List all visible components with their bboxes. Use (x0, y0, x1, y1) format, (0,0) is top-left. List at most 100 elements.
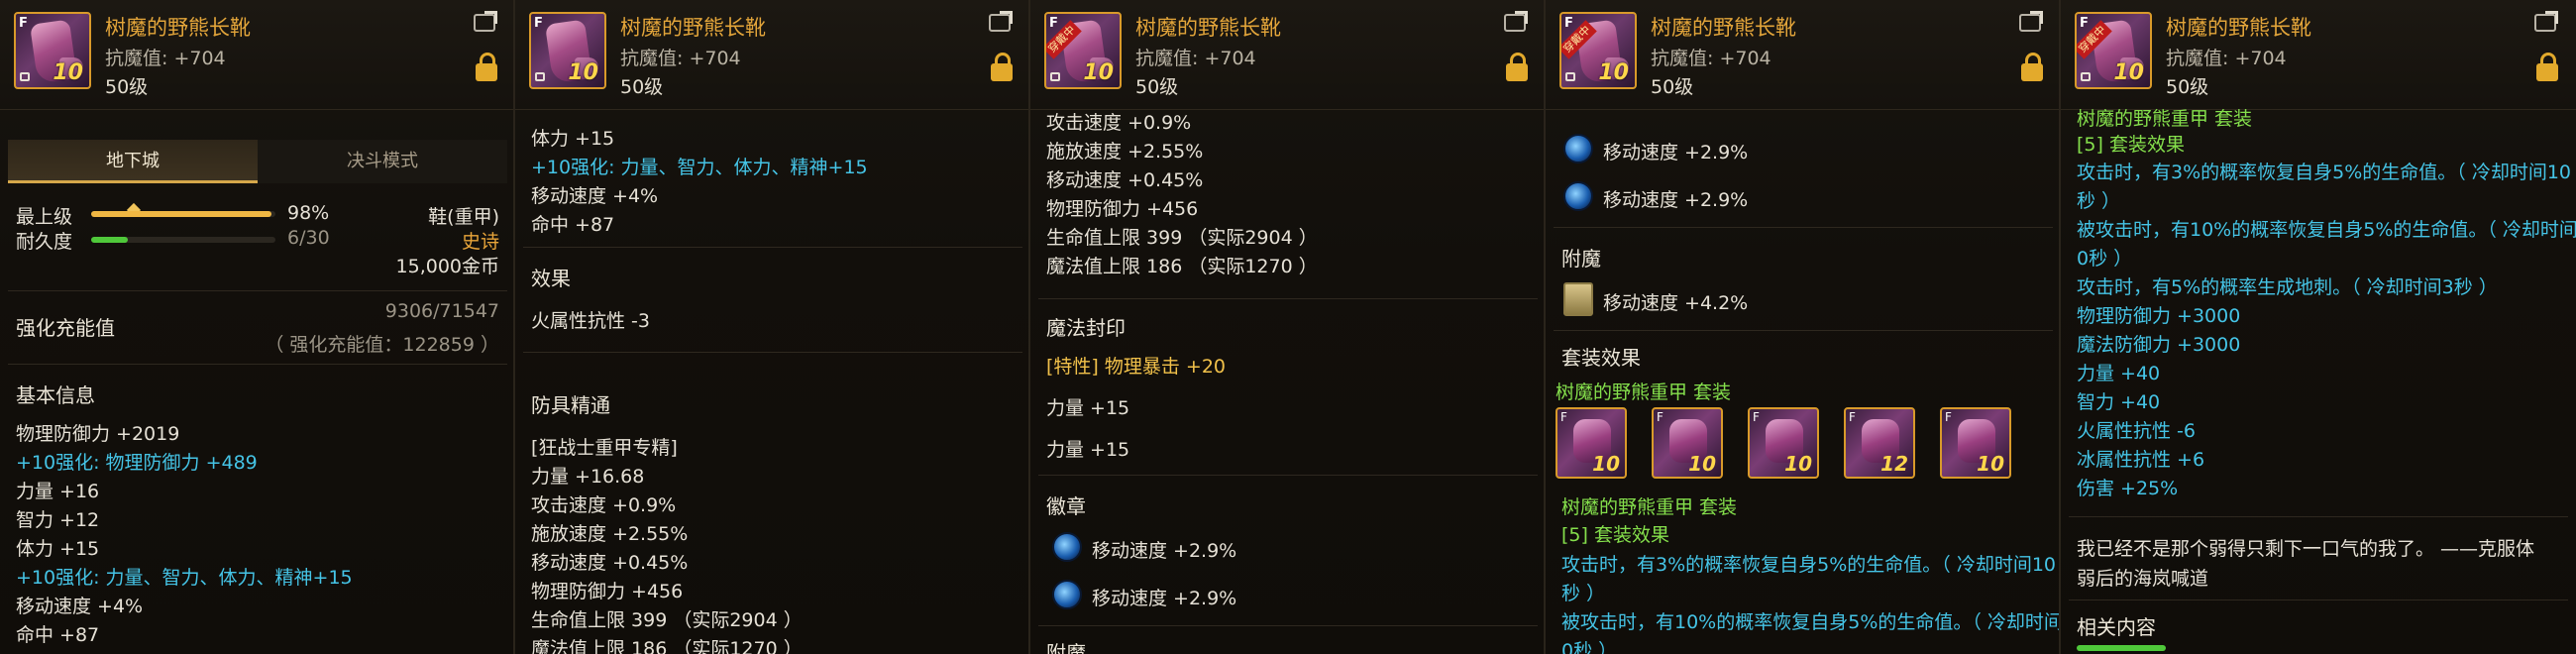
stat-line: 施放速度 +2.55% (531, 523, 689, 545)
item-icon[interactable]: 穿戴中 F 10 (1559, 12, 1637, 89)
item-header: F 10 树魔的野熊长靴 抗魔值: +704 50级 (515, 0, 1028, 110)
emblem-line: 移动速度 +2.9% (1092, 540, 1237, 562)
tab-duel[interactable]: 决斗模式 (258, 140, 507, 183)
share-icon[interactable] (1504, 14, 1526, 32)
set-name: 树魔的野熊重甲 套装 (1561, 496, 1738, 518)
item-header: 穿戴中 F 10 树魔的野熊长靴 抗魔值: +704 50级 (1030, 0, 1544, 110)
item-reinforce-level: 10 (2113, 60, 2144, 85)
item-icon[interactable]: F 10 (14, 12, 91, 89)
set-piece-icon[interactable]: F 12 (1844, 407, 1915, 479)
item-grade: F (1560, 410, 1567, 424)
charge-label: 强化充能值 (16, 316, 115, 340)
durability-value: 6/30 (287, 227, 330, 249)
item-level: 50级 (105, 76, 149, 98)
item-icon[interactable]: 穿戴中 F 10 (1044, 12, 1122, 89)
effect-title: 效果 (531, 267, 571, 290)
padlock-icon[interactable] (1506, 53, 1528, 81)
set-piece-icon[interactable]: F 10 (1940, 407, 2011, 479)
set-count: [5] 套装效果 (2077, 134, 2185, 156)
padlock-icon[interactable] (991, 53, 1013, 81)
item-reinforce-level: 12 (1880, 452, 1908, 476)
stat-line: 被攻击时，有10%的概率恢复自身5%的生命值。（ 冷却时间1 (2077, 219, 2576, 241)
stat-line: 智力 +40 (2077, 391, 2161, 413)
stat-line: 魔法值上限 186 （实际1270 ） (1046, 256, 1318, 277)
tooltip-body: 体力 +15 +10强化: 力量、智力、体力、精神+15 移动速度 +4% 命中 +8… (515, 110, 1028, 654)
stat-line: [狂战士重甲专精] (531, 437, 678, 459)
set-name: 树魔的野熊重甲 套装 (1556, 382, 1732, 403)
emblem-line: 移动速度 +2.9% (1603, 189, 1749, 211)
padlock-icon[interactable] (2536, 53, 2558, 81)
max-level-bar (91, 211, 275, 217)
stat-line: 力量 +40 (2077, 363, 2161, 384)
share-icon[interactable] (2534, 14, 2556, 32)
item-tooltip-panel-4: 穿戴中 F 10 树魔的野熊长靴 抗魔值: +704 50级 移动速度 +2.9… (1546, 0, 2061, 654)
item-name: 树魔的野熊长靴 (1651, 16, 1796, 40)
item-reinforce-level: 10 (568, 60, 598, 85)
stat-line: 体力 +15 (531, 128, 615, 150)
item-grade: F (1657, 410, 1664, 424)
item-grade: F (534, 16, 543, 31)
stat-line: 移动速度 +4% (531, 185, 659, 207)
mode-tabs: 地下城 决斗模式 (8, 140, 507, 218)
stat-line: 移动速度 +0.45% (531, 552, 689, 574)
max-level-value: 98% (287, 202, 330, 224)
stat-line: 生命值上限 399 （实际2904 ） (1046, 227, 1318, 249)
stat-line: 施放速度 +2.55% (1046, 141, 1204, 163)
durability-label: 耐久度 (16, 231, 73, 253)
set-name: 树魔的野熊重甲 套装 (2077, 108, 2253, 130)
tab-dungeon[interactable]: 地下城 (8, 140, 258, 183)
item-name: 树魔的野熊长靴 (1135, 16, 1281, 40)
item-reinforce-level: 10 (1688, 452, 1716, 476)
set-piece-icon[interactable]: F 10 (1748, 407, 1819, 479)
stat-line: 力量 +15 (1046, 397, 1130, 419)
tooltip-body: 地下城 决斗模式 最上级 98% 耐久度 6/30 鞋(重甲) 史诗 15,00… (0, 110, 513, 654)
share-icon[interactable] (474, 14, 495, 32)
lock-icon (1050, 72, 1060, 81)
item-reinforce-level: 10 (1784, 452, 1812, 476)
stat-line: 物理防御力 +3000 (2077, 305, 2241, 327)
set-piece-icon[interactable]: F 10 (1652, 407, 1723, 479)
emblem-orb-icon[interactable] (1563, 134, 1593, 164)
stat-line: 冰属性抗性 +6 (2077, 449, 2205, 471)
item-grade: F (1564, 16, 1573, 31)
emblem-orb-icon[interactable] (1563, 181, 1593, 211)
enchant-line: 移动速度 +4.2% (1603, 292, 1749, 314)
item-header: 穿戴中 F 10 树魔的野熊长靴 抗魔值: +704 50级 (2061, 0, 2576, 110)
stat-line: 秒 ） (1561, 583, 1606, 604)
item-icon[interactable]: F 10 (529, 12, 606, 89)
item-price: 15,000金币 (395, 256, 499, 277)
stat-line: 伤害 +25% (2077, 478, 2179, 499)
enchant-title: 附魔 (1561, 247, 1601, 271)
emblem-orb-icon[interactable] (1052, 580, 1082, 609)
stat-line: 火属性抗性 -6 (2077, 420, 2196, 442)
item-reinforce-level: 10 (1083, 60, 1114, 85)
share-icon[interactable] (989, 14, 1011, 32)
stat-line: 移动速度 +4% (16, 596, 144, 617)
flavor-text: 弱后的海岚喊道 (2077, 568, 2209, 590)
emblem-orb-icon[interactable] (1052, 532, 1082, 562)
set-piece-icon[interactable]: F 10 (1556, 407, 1627, 479)
stat-line: 命中 +87 (531, 214, 615, 236)
set-effect-title: 套装效果 (1561, 346, 1641, 370)
padlock-icon[interactable] (476, 53, 497, 81)
item-reinforce-level: 10 (1592, 452, 1620, 476)
item-icon[interactable]: 穿戴中 F 10 (2075, 12, 2152, 89)
durability-bar (91, 237, 275, 243)
item-resist: 抗魔值: +704 (1135, 48, 1256, 69)
item-resist: 抗魔值: +704 (620, 48, 741, 69)
padlock-icon[interactable] (2021, 53, 2043, 81)
charge-note: （ 强化充能值：122859 ） (265, 334, 499, 356)
related-content-tab[interactable] (2077, 645, 2166, 651)
magic-seal-title: 魔法封印 (1046, 316, 1126, 340)
item-header: F 10 树魔的野熊长靴 抗魔值: +704 50级 (0, 0, 513, 110)
lock-icon (1565, 72, 1575, 81)
mastery-title: 防具精通 (531, 393, 610, 417)
emblem-line: 移动速度 +2.9% (1092, 588, 1237, 609)
item-grade: F (1753, 410, 1760, 424)
share-icon[interactable] (2019, 14, 2041, 32)
stat-line: 物理防御力 +456 (1046, 198, 1199, 220)
enchant-card-icon[interactable] (1563, 282, 1593, 316)
emblem-title: 徽章 (1046, 494, 1086, 518)
tooltip-strip: F 10 树魔的野熊长靴 抗魔值: +704 50级 地下城 决斗模式 最上级 … (0, 0, 2576, 654)
lock-icon (535, 72, 545, 81)
